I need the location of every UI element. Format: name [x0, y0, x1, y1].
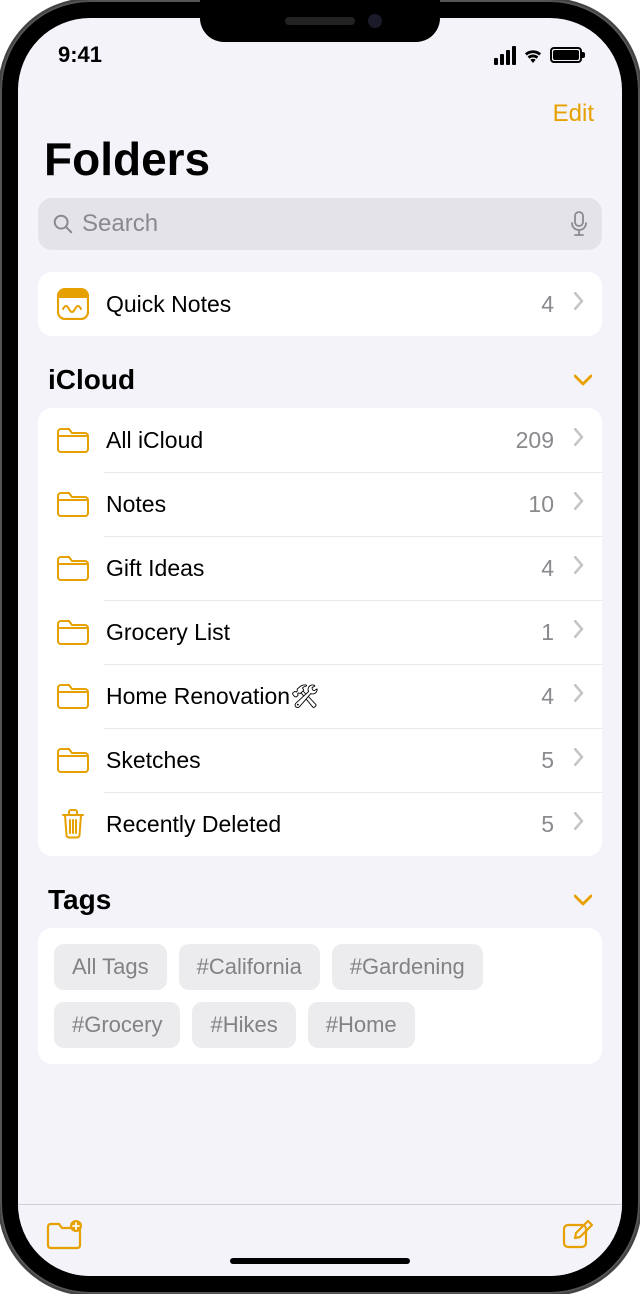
icloud-folders-list: All iCloud 209 Notes 10 Gift Ideas 4 Grocery L…: [38, 408, 602, 856]
nav-bar: Edit: [18, 84, 622, 132]
folder-count: 4: [541, 555, 554, 582]
folder-icon: [56, 745, 90, 775]
icloud-section-header[interactable]: iCloud: [38, 336, 602, 408]
chevron-right-icon: [574, 812, 584, 836]
folder-label: Sketches: [106, 747, 525, 774]
quick-notes-icon: [56, 289, 90, 319]
folder-row[interactable]: All iCloud 209: [38, 408, 602, 472]
folder-count: 209: [516, 427, 554, 454]
folder-icon: [56, 425, 90, 455]
notch: [200, 0, 440, 42]
front-camera: [368, 14, 382, 28]
tag-chip[interactable]: #Gardening: [332, 944, 483, 990]
chevron-down-icon: [574, 889, 592, 912]
folder-icon: [56, 617, 90, 647]
tag-chip[interactable]: #Grocery: [54, 1002, 180, 1048]
tag-chip[interactable]: #California: [179, 944, 320, 990]
search-field[interactable]: Search: [38, 198, 602, 250]
status-time: 9:41: [58, 42, 102, 68]
folder-icon: [56, 489, 90, 519]
wifi-icon: [522, 47, 544, 63]
bottom-toolbar: [18, 1204, 622, 1276]
folder-row[interactable]: Sketches 5: [38, 728, 602, 792]
chevron-right-icon: [574, 620, 584, 644]
chevron-right-icon: [574, 684, 584, 708]
folder-label: Recently Deleted: [106, 811, 525, 838]
folder-row[interactable]: Notes 10: [38, 472, 602, 536]
quick-notes-label: Quick Notes: [106, 291, 525, 318]
chevron-right-icon: [574, 748, 584, 772]
screen: 9:41 Edit Folders Search: [18, 18, 622, 1276]
status-indicators: [494, 46, 582, 65]
tag-chip[interactable]: #Hikes: [192, 1002, 295, 1048]
edit-button[interactable]: Edit: [553, 100, 594, 128]
home-indicator[interactable]: [230, 1258, 410, 1264]
new-folder-button[interactable]: [46, 1219, 84, 1256]
chevron-right-icon: [574, 428, 584, 452]
folder-row[interactable]: Recently Deleted 5: [38, 792, 602, 856]
microphone-icon[interactable]: [570, 211, 588, 237]
chevron-right-icon: [574, 292, 584, 316]
folder-count: 1: [541, 619, 554, 646]
folder-label: Home Renovation🛠: [106, 683, 525, 710]
speaker: [285, 17, 355, 25]
folder-count: 5: [541, 747, 554, 774]
folder-row[interactable]: Gift Ideas 4: [38, 536, 602, 600]
tags-list: All Tags #California #Gardening #Grocery #Hi…: [38, 928, 602, 1064]
page-title: Folders: [38, 132, 602, 198]
folder-icon: [56, 553, 90, 583]
cellular-signal-icon: [494, 46, 516, 65]
tags-section-title: Tags: [48, 884, 111, 916]
content-scroll[interactable]: Folders Search Quick Notes 4: [18, 132, 622, 1204]
folder-label: Gift Ideas: [106, 555, 525, 582]
folder-count: 4: [541, 683, 554, 710]
chevron-right-icon: [574, 556, 584, 580]
chevron-down-icon: [574, 369, 592, 392]
tag-chip[interactable]: #Home: [308, 1002, 415, 1048]
trash-icon: [56, 809, 90, 839]
quick-notes-count: 4: [541, 291, 554, 318]
search-placeholder: Search: [82, 210, 562, 238]
folder-label: Notes: [106, 491, 512, 518]
device-frame: 9:41 Edit Folders Search: [0, 0, 640, 1294]
tag-chip[interactable]: All Tags: [54, 944, 167, 990]
search-icon: [52, 213, 74, 235]
folder-row[interactable]: Grocery List 1: [38, 600, 602, 664]
icloud-section-title: iCloud: [48, 364, 135, 396]
quick-notes-row[interactable]: Quick Notes 4: [38, 272, 602, 336]
battery-icon: [550, 47, 582, 63]
folder-row[interactable]: Home Renovation🛠 4: [38, 664, 602, 728]
folder-label: Grocery List: [106, 619, 525, 646]
folder-count: 10: [528, 491, 554, 518]
folder-icon: [56, 681, 90, 711]
chevron-right-icon: [574, 492, 584, 516]
compose-button[interactable]: [562, 1219, 594, 1256]
folder-count: 5: [541, 811, 554, 838]
tags-section-header[interactable]: Tags: [38, 856, 602, 928]
quick-notes-card: Quick Notes 4: [38, 272, 602, 336]
folder-label: All iCloud: [106, 427, 500, 454]
